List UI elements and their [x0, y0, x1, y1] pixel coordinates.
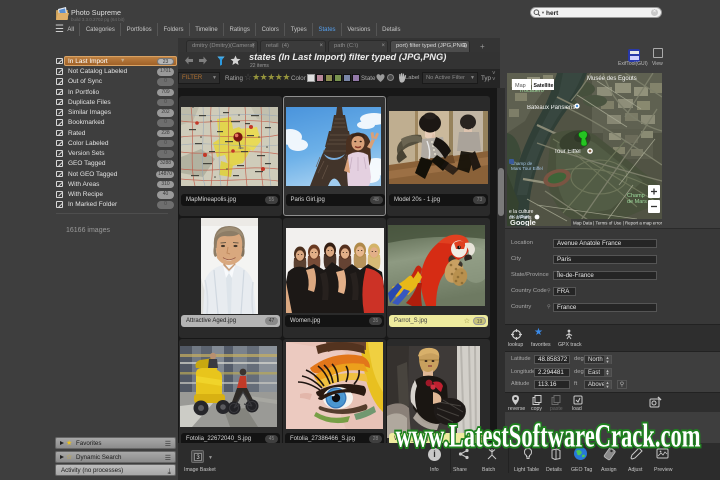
- svg-text:Mars Tour Eiffel: Mars Tour Eiffel: [511, 166, 543, 171]
- svg-text:Musée des Égouts: Musée des Égouts: [587, 75, 637, 82]
- svg-text:Google: Google: [510, 218, 536, 226]
- svg-text:Satellite: Satellite: [534, 83, 554, 89]
- svg-text:Tour Eiffel: Tour Eiffel: [554, 149, 581, 155]
- svg-text:www.LatestSoftwareCrack.com: www.LatestSoftwareCrack.com: [396, 419, 701, 455]
- svg-text:de Mars: de Mars: [627, 199, 647, 205]
- svg-text:Map Data | Terms of Use | Repo: Map Data | Terms of Use | Report a map e…: [573, 221, 662, 226]
- svg-text:Map: Map: [515, 83, 526, 89]
- svg-text:Bateaux Parisiens: Bateaux Parisiens: [527, 105, 575, 111]
